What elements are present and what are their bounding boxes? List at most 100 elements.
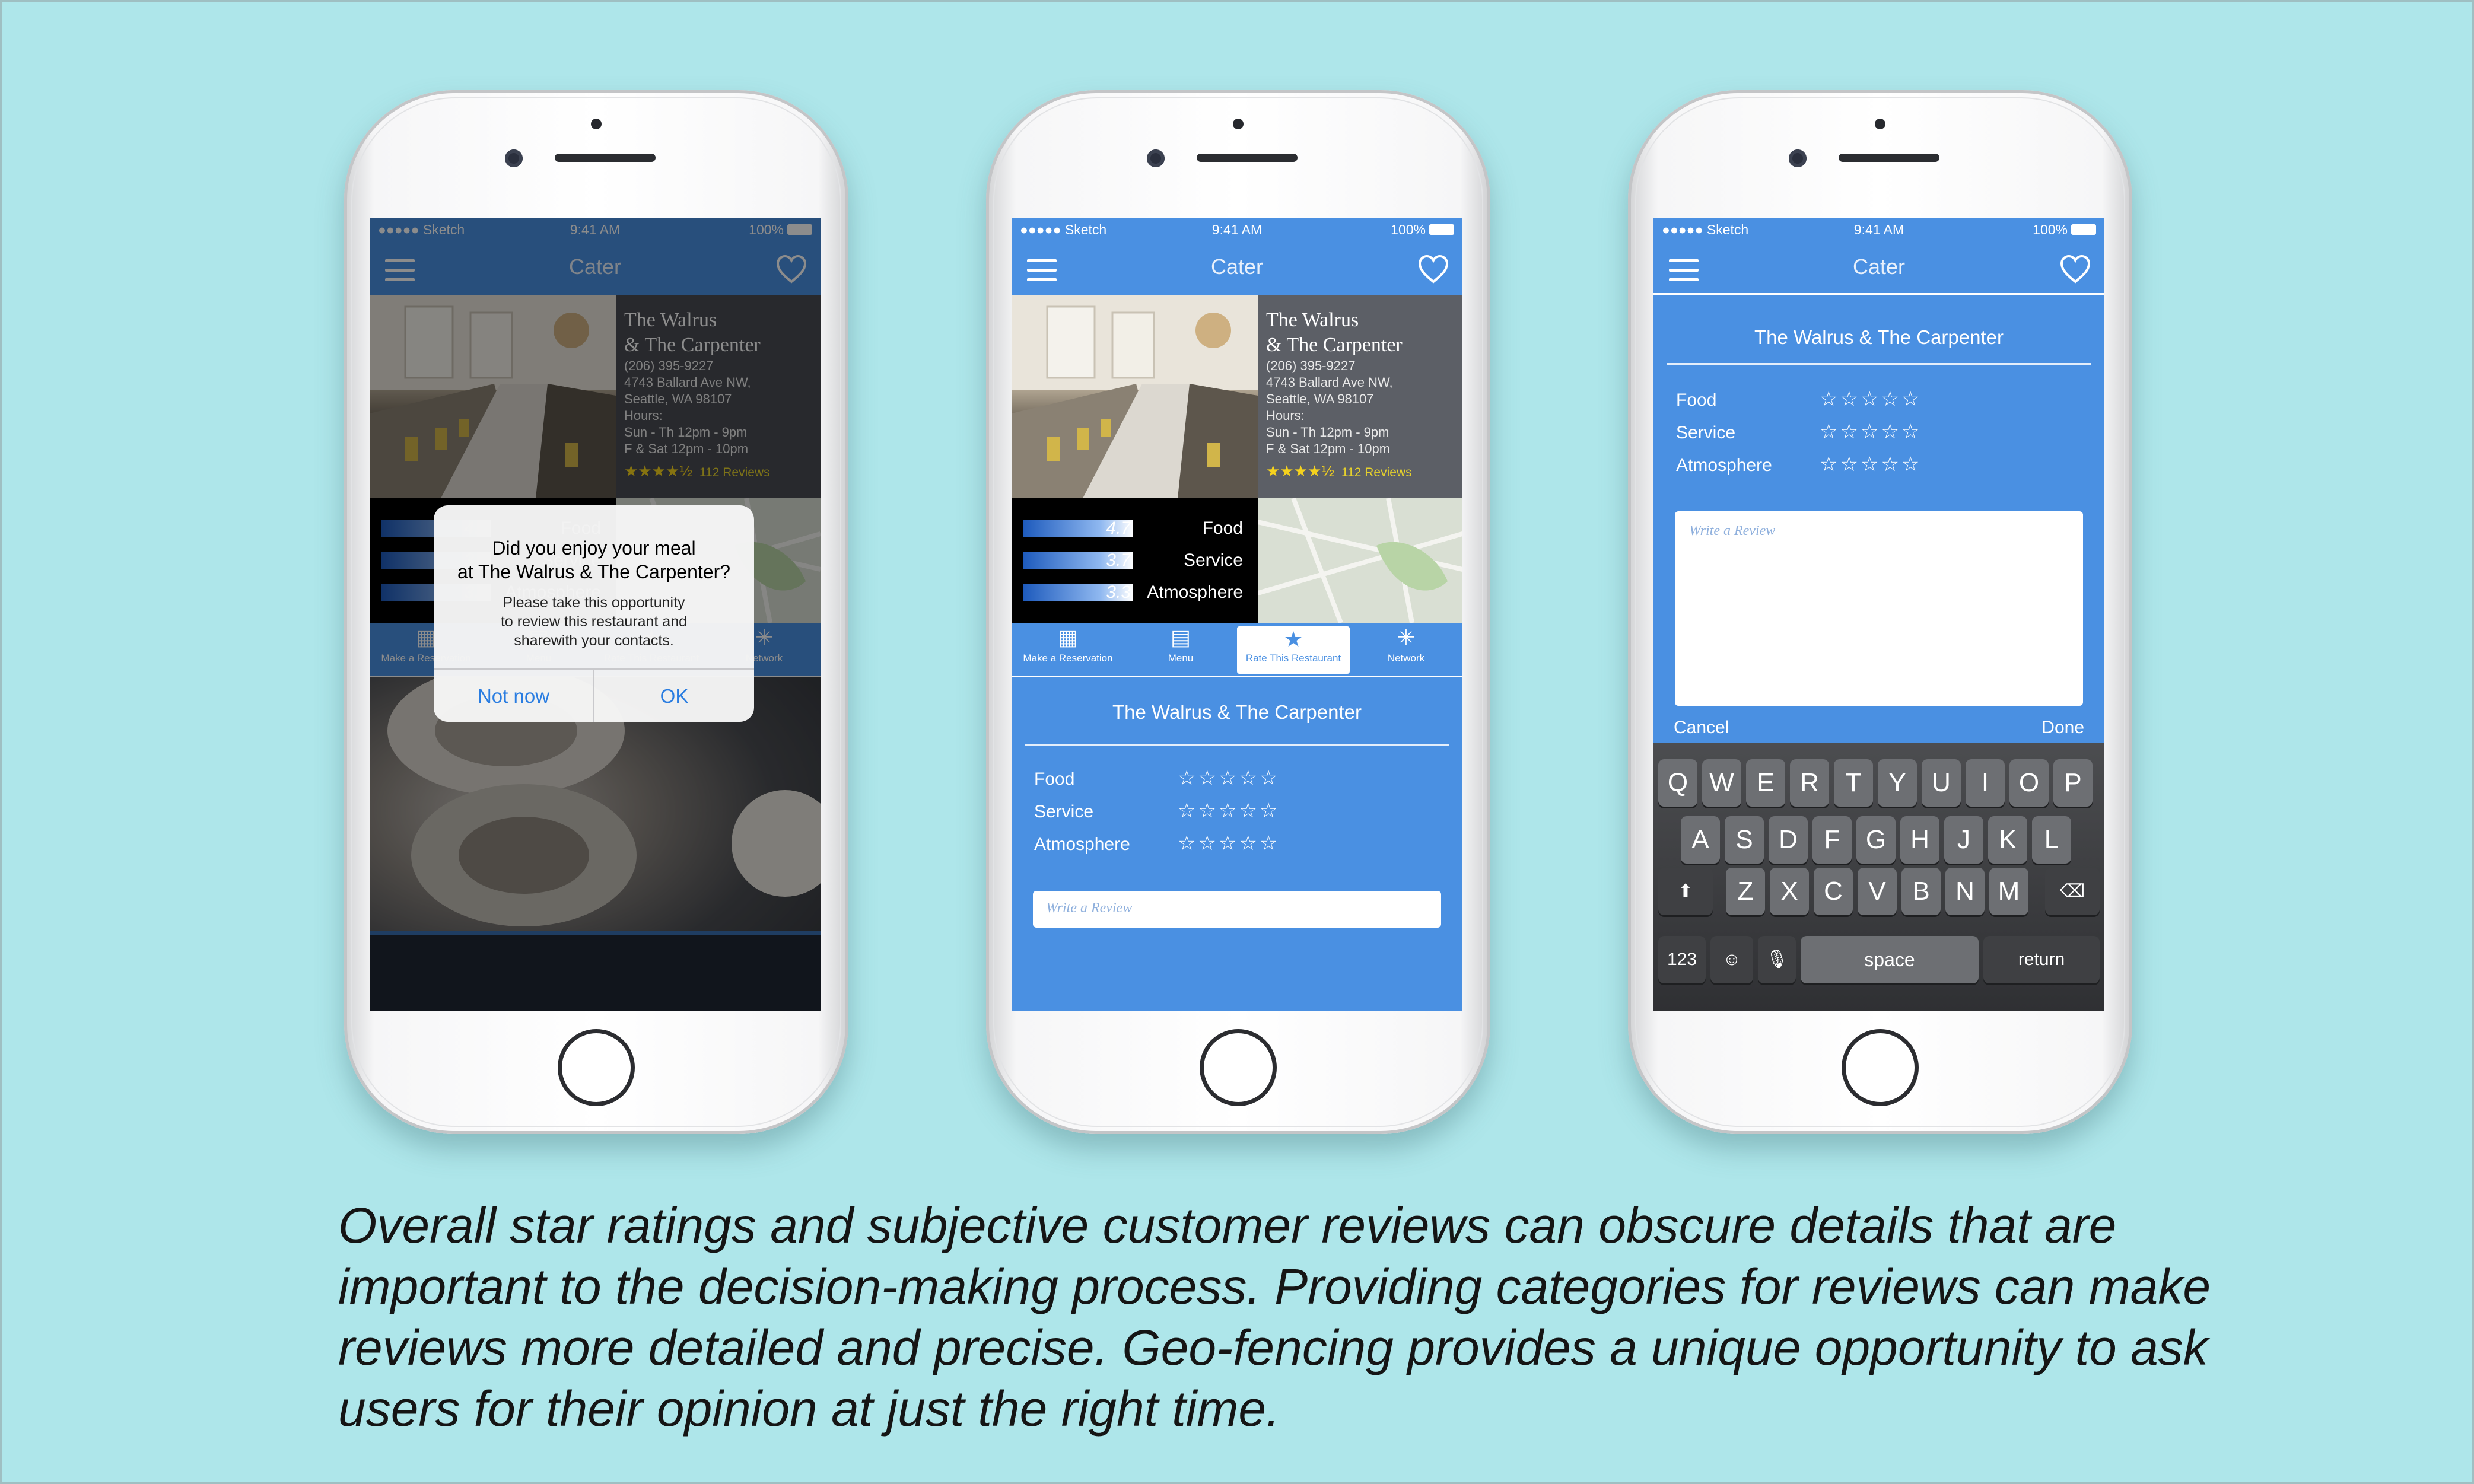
key-letter[interactable]: S (1725, 816, 1764, 864)
app-title: Cater (1210, 254, 1264, 279)
not-now-button[interactable]: Not now (434, 670, 594, 722)
key-letter[interactable]: U (1922, 759, 1961, 807)
form-restaurant-name: The Walrus & The Carpenter (1754, 326, 2004, 348)
alert-message-line3: sharewith your contacts. (514, 632, 674, 649)
key-letter[interactable]: O (2009, 759, 2049, 807)
delete-key[interactable]: ⌫ (2045, 868, 2100, 915)
metric-value: 3.7 (1106, 550, 1131, 570)
heart-icon[interactable] (1417, 254, 1449, 284)
alert-buttons: Not now OK (434, 668, 754, 722)
star-rating-service[interactable]: ☆☆☆☆☆ (1178, 799, 1280, 823)
star-rating-service[interactable]: ☆☆☆☆☆ (1820, 420, 1922, 444)
rating-label-service: Service (1676, 423, 1736, 442)
star-icons: ★★★★½ (1266, 462, 1334, 480)
metric-label: Service (1183, 550, 1243, 570)
key-letter[interactable]: B (1901, 868, 1941, 915)
earpiece-speaker (1839, 154, 1939, 162)
key-letter[interactable]: P (2053, 759, 2093, 807)
key-letter[interactable]: N (1945, 868, 1985, 915)
keyboard: QWERTYUIOP ASDFGHJKL ZXCVBNM ⬆ ⌫ 123 ☺ 🎙 s… (1653, 743, 2104, 1011)
shift-key[interactable]: ⬆ (1658, 868, 1713, 915)
phone-3: ●●●●● Sketch 9:41 AM 100% Cater The Walr… (1628, 90, 2132, 1134)
key-letter[interactable]: M (1989, 868, 2028, 915)
review-count[interactable]: 112 Reviews (1341, 466, 1412, 479)
emoji-key[interactable]: ☺ (1710, 936, 1753, 983)
tab-label: Make a Reservation (1023, 652, 1113, 664)
restaurant-address-2: Seattle, WA 98107 (1266, 391, 1374, 406)
key-letter[interactable]: G (1856, 816, 1896, 864)
return-key[interactable]: return (1983, 936, 2100, 983)
earpiece-speaker (555, 154, 656, 162)
metric-food: 4.7 Food (1023, 517, 1249, 540)
star-rating-food[interactable]: ☆☆☆☆☆ (1178, 766, 1280, 790)
restaurant-phone[interactable]: (206) 395-9227 (1266, 358, 1454, 374)
key-letter[interactable]: R (1790, 759, 1829, 807)
battery-percent: 100% (1391, 221, 1426, 237)
key-letter[interactable]: L (2032, 816, 2071, 864)
key-letter[interactable]: H (1900, 816, 1939, 864)
tab-menu[interactable]: ▤ Menu (1124, 623, 1237, 677)
rating-form: The Walrus & The Carpenter Food ☆☆☆☆☆ Se… (1653, 297, 2104, 743)
restaurant-photo (1012, 295, 1258, 498)
phone-1: ●●●●● Sketch 9:41 AM 100% Cater The Walr… (344, 90, 848, 1134)
ok-button[interactable]: OK (594, 670, 754, 722)
caption-text: Overall star ratings and subjective cust… (338, 1198, 2211, 1437)
numbers-key[interactable]: 123 (1658, 936, 1706, 983)
home-button[interactable] (1200, 1029, 1277, 1106)
restaurant-hero: The Walrus & The Carpenter (206) 395-922… (1012, 295, 1462, 498)
restaurant-address-1: 4743 Ballard Ave NW, (1266, 375, 1393, 390)
screen-3: ●●●●● Sketch 9:41 AM 100% Cater The Walr… (1653, 218, 2104, 1011)
front-sensor (1875, 119, 1885, 129)
battery-icon (2071, 224, 2096, 235)
key-letter[interactable]: F (1812, 816, 1852, 864)
tab-label: Rate This Restaurant (1245, 652, 1341, 664)
screen-1: ●●●●● Sketch 9:41 AM 100% Cater The Walr… (370, 218, 821, 1011)
tab-network[interactable]: ✳ Network (1350, 623, 1462, 677)
cancel-button[interactable]: Cancel (1674, 718, 1729, 738)
key-letter[interactable]: V (1858, 868, 1897, 915)
hours-weekend: F & Sat 12pm - 10pm (1266, 441, 1391, 456)
key-letter[interactable]: A (1681, 816, 1720, 864)
key-letter[interactable]: T (1834, 759, 1873, 807)
front-camera (1789, 149, 1807, 167)
form-restaurant-name: The Walrus & The Carpenter (1112, 701, 1362, 723)
write-review-textarea[interactable]: Write a Review (1675, 511, 2083, 706)
key-letter[interactable]: J (1944, 816, 1983, 864)
star-rating-atmosphere[interactable]: ☆☆☆☆☆ (1178, 832, 1280, 855)
metric-service: 3.7 Service (1023, 549, 1249, 572)
rating-label-service: Service (1034, 802, 1094, 821)
location-map[interactable] (1258, 498, 1462, 623)
key-letter[interactable]: C (1814, 868, 1853, 915)
done-button[interactable]: Done (2041, 718, 2084, 738)
tab-make-reservation[interactable]: ▦ Make a Reservation (1012, 623, 1124, 677)
front-sensor (1233, 119, 1244, 129)
star-rating-atmosphere[interactable]: ☆☆☆☆☆ (1820, 453, 1922, 476)
hours-weekday: Sun - Th 12pm - 9pm (1266, 425, 1389, 440)
heart-icon[interactable] (2059, 254, 2091, 284)
write-review-input[interactable]: Write a Review (1033, 891, 1441, 928)
rating-label-food: Food (1676, 390, 1717, 410)
key-letter[interactable]: K (1988, 816, 2027, 864)
key-letter[interactable]: I (1966, 759, 2005, 807)
home-button[interactable] (558, 1029, 635, 1106)
divider (1667, 363, 2091, 365)
key-letter[interactable]: E (1746, 759, 1785, 807)
home-button[interactable] (1842, 1029, 1919, 1106)
key-letter[interactable]: Z (1726, 868, 1765, 915)
battery-icon (1429, 224, 1454, 235)
tab-label: Network (1387, 652, 1425, 664)
key-letter[interactable]: Q (1658, 759, 1697, 807)
metric-value: 4.7 (1106, 518, 1131, 538)
alert-title-line2: at The Walrus & The Carpenter? (457, 561, 731, 582)
key-letter[interactable]: D (1769, 816, 1808, 864)
space-key[interactable]: space (1801, 936, 1979, 983)
tab-rate-restaurant[interactable]: ★Rate This Restaurant (1237, 626, 1350, 674)
star-rating-food[interactable]: ☆☆☆☆☆ (1820, 387, 1922, 411)
category-metrics: 4.7 Food 3.7 Service 3.3 Atmosphere (1012, 498, 1258, 623)
key-letter[interactable]: W (1702, 759, 1741, 807)
rating-label-food: Food (1034, 769, 1075, 789)
microphone-key[interactable]: 🎙 (1758, 936, 1796, 983)
key-letter[interactable]: X (1770, 868, 1809, 915)
key-letter[interactable]: Y (1878, 759, 1917, 807)
screen-2: ●●●●● Sketch 9:41 AM 100% Cater The Walr… (1012, 218, 1462, 1011)
